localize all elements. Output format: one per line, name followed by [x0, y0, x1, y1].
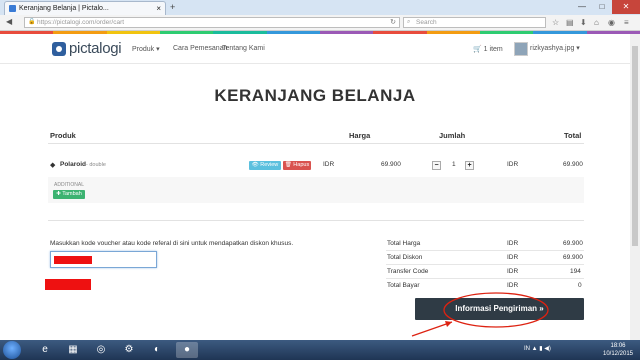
review-button[interactable]: 👁 Review [249, 161, 281, 170]
additional-label: ADDITIONAL [54, 182, 85, 188]
annotation-arrow [411, 321, 453, 337]
summary-value: 69.900 [563, 240, 583, 247]
site-header: pictalogi Produk ▾ Cara Pemesanan Tentan… [0, 34, 630, 64]
column-header-product: Produk [50, 131, 76, 140]
cart-count: 1 item [483, 46, 503, 53]
tab-title: Keranjang Belanja | Pictalo... [19, 5, 109, 12]
taskbar-app-icon[interactable]: ◐ [146, 342, 168, 358]
summary-value: 69.900 [563, 254, 583, 261]
url-text: https://pictalogi.com/order/cart [37, 19, 125, 26]
system-tray[interactable]: IN ▲ ▮ ◀) [524, 345, 551, 352]
tag-icon: ◆ [50, 162, 56, 169]
browser-tab[interactable]: Keranjang Belanja | Pictalo... × [4, 1, 166, 15]
taskbar-explorer-icon[interactable]: ▦ [62, 342, 84, 358]
browser-titlebar: Keranjang Belanja | Pictalo... × + — □ ✕ [0, 0, 640, 15]
taskbar-clock[interactable]: 18:06 10/12/2015 [598, 342, 638, 358]
logo-text[interactable]: pictalogi [69, 40, 122, 57]
summary-label: Transfer Code [387, 268, 429, 275]
user-menu[interactable]: rizkyashya.jpg ▾ [530, 44, 580, 52]
pocket-icon[interactable]: ◉ [608, 18, 615, 27]
total-value: 69.900 [563, 161, 583, 168]
summary-divider [386, 278, 584, 279]
product-variant: - double [86, 162, 106, 168]
nav-cara-pemesanan[interactable]: Cara Pemesanan [173, 45, 227, 52]
clock-time: 18:06 [610, 343, 626, 349]
taskbar-ie-icon[interactable]: e [34, 342, 56, 358]
clock-date: 10/12/2015 [602, 351, 634, 357]
url-bar[interactable]: 🔒 https://pictalogi.com/order/cart ↻ [24, 17, 400, 28]
close-window-button[interactable]: ✕ [612, 0, 640, 14]
taskbar-firefox-icon[interactable]: ● [176, 342, 198, 358]
search-icon: ⌕ [407, 19, 411, 25]
avatar[interactable] [514, 42, 528, 56]
redaction-mark [45, 279, 91, 290]
product-name: Polaroid [60, 161, 87, 168]
voucher-prompt: Masukkan kode voucher atau kode referal … [50, 240, 294, 247]
price-value: 69.900 [381, 161, 401, 168]
cart-divider [48, 220, 584, 221]
summary-label: Total Bayar [387, 282, 420, 289]
header-divider [48, 143, 584, 144]
summary-label: Total Diskon [387, 254, 423, 261]
menu-icon[interactable]: ≡ [624, 18, 629, 27]
maximize-button[interactable]: □ [592, 0, 612, 14]
cart-link[interactable]: 🛒 1 item [473, 45, 503, 53]
start-button[interactable] [3, 341, 21, 359]
summary-divider [386, 250, 584, 251]
total-currency: IDR [507, 161, 519, 168]
browser-navbar: ◀ 🔒 https://pictalogi.com/order/cart ↻ ⌕… [0, 15, 640, 31]
new-tab-button[interactable]: + [170, 2, 175, 12]
lock-icon: 🔒 [28, 19, 36, 25]
summary-currency: IDR [507, 268, 519, 275]
home-icon[interactable]: ⌂ [594, 18, 599, 27]
site-favicon-icon [9, 5, 16, 12]
search-placeholder: Search [416, 19, 437, 26]
summary-currency: IDR [507, 240, 519, 247]
column-header-price: Harga [349, 131, 371, 140]
taskbar-media-icon[interactable]: ◎ [90, 342, 112, 358]
summary-currency: IDR [507, 282, 519, 289]
page-title: KERANJANG BELANJA [214, 86, 416, 105]
summary-label: Total Harga [387, 240, 421, 247]
qty-value[interactable]: 1 [452, 161, 456, 168]
add-button[interactable]: ✚ Tambah [53, 190, 85, 199]
annotation-arrowhead [445, 321, 452, 327]
qty-decrease-button[interactable]: − [432, 161, 441, 170]
tab-close-icon[interactable]: × [156, 2, 161, 15]
additional-section [48, 177, 584, 203]
search-input[interactable]: ⌕ Search [403, 17, 546, 28]
back-arrow-icon[interactable]: ◀ [6, 17, 12, 26]
cart-icon: 🛒 [473, 46, 484, 53]
delete-button[interactable]: 🗑 Hapus [283, 161, 311, 170]
pictalogi-logo-icon[interactable] [52, 42, 66, 56]
column-header-qty: Jumlah [439, 131, 466, 140]
reload-icon[interactable]: ↻ [390, 18, 396, 27]
download-icon[interactable]: ⬇ [580, 18, 587, 27]
summary-value: 0 [578, 282, 582, 289]
scrollbar-thumb[interactable] [632, 46, 638, 246]
shipping-info-button[interactable]: Informasi Pengiriman » [415, 298, 584, 320]
summary-divider [386, 264, 584, 265]
clipboard-icon[interactable]: ▤ [566, 18, 574, 27]
star-icon[interactable]: ☆ [552, 18, 559, 27]
price-currency: IDR [323, 161, 335, 168]
nav-tentang-kami[interactable]: Tentang Kami [222, 45, 265, 52]
redaction-mark [54, 256, 92, 264]
qty-increase-button[interactable]: + [465, 161, 474, 170]
taskbar-chrome-icon[interactable]: ⚙ [118, 342, 140, 358]
summary-currency: IDR [507, 254, 519, 261]
minimize-button[interactable]: — [572, 0, 592, 14]
summary-value: 194 [570, 268, 581, 275]
nav-produk[interactable]: Produk ▾ [132, 45, 160, 53]
column-header-total: Total [564, 131, 582, 140]
